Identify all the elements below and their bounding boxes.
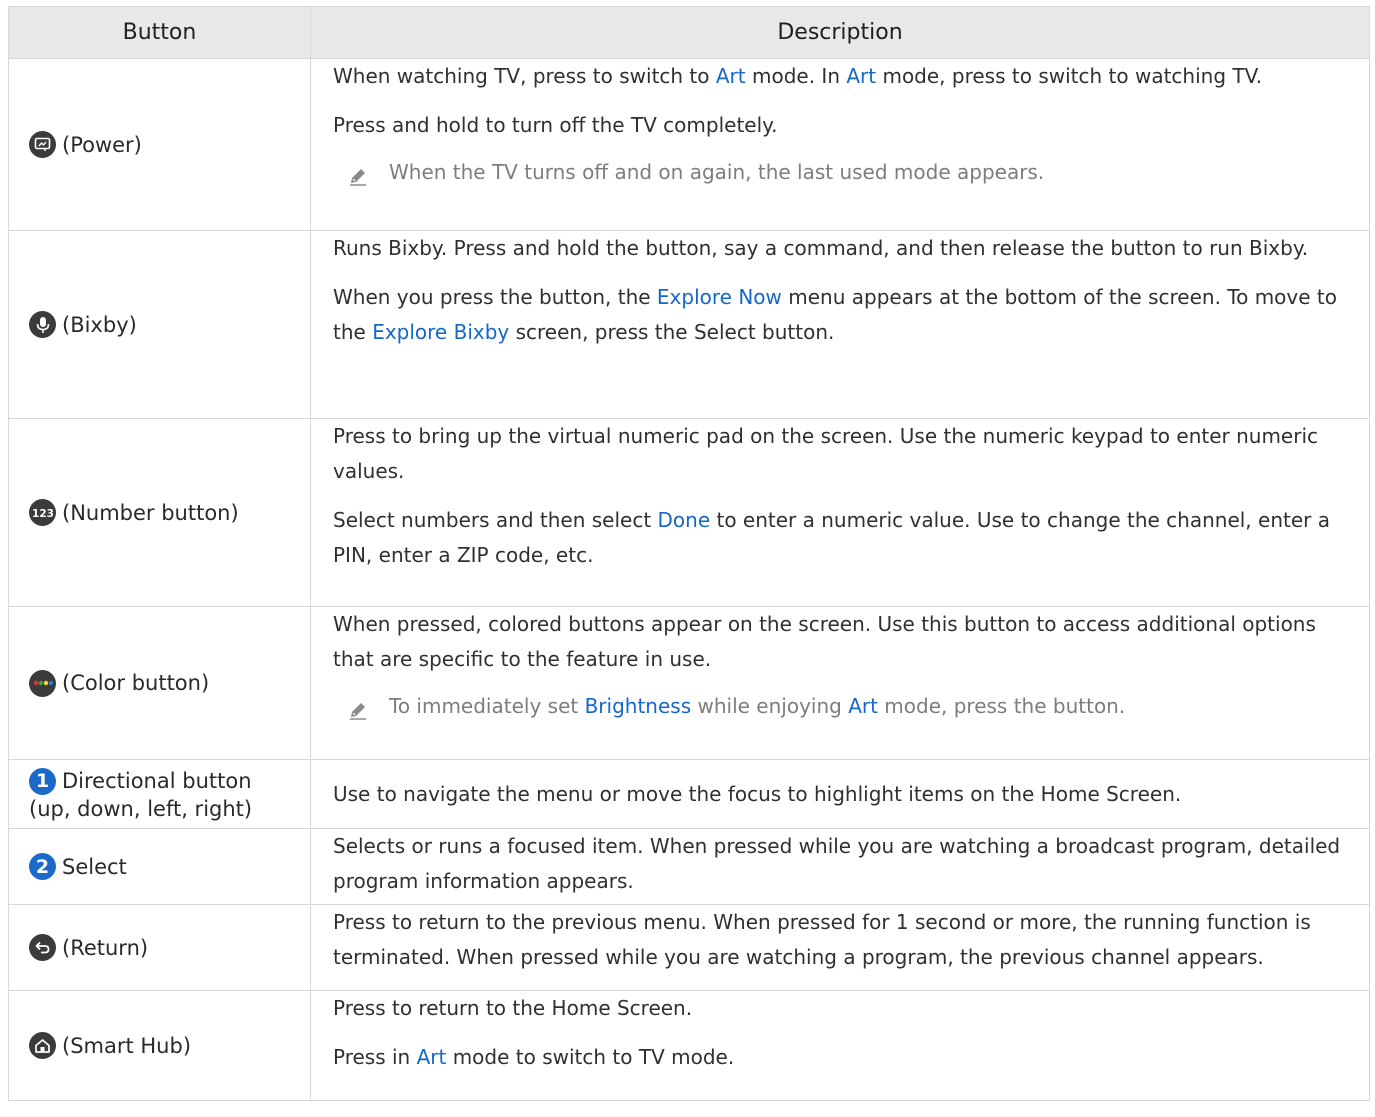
description-cell: Press to return to the previous menu. Wh…	[310, 904, 1370, 991]
table-row: (Smart Hub) Press to return to the Home …	[8, 990, 1370, 1101]
description-text: Select numbers and then select Done to e…	[333, 508, 1330, 567]
table-row: 2 Select Selects or runs a focused item.…	[8, 828, 1370, 905]
table-row: (Color button) When pressed, colored but…	[8, 606, 1370, 760]
return-arrow-icon	[29, 934, 56, 961]
description-text: When you press the button, the Explore N…	[333, 285, 1337, 344]
note: When the TV turns off and on again, the …	[333, 155, 1353, 198]
number-123-icon: 123	[29, 499, 56, 526]
button-label: (Power)	[62, 132, 142, 157]
home-icon	[29, 1032, 56, 1059]
art-mode-power-icon	[29, 131, 56, 158]
button-cell: 123 (Number button)	[8, 418, 311, 607]
button-label: (Smart Hub)	[62, 1033, 192, 1058]
description-text: Press to bring up the virtual numeric pa…	[333, 424, 1319, 483]
note-text: When the TV turns off and on again, the …	[389, 160, 1045, 184]
table-row: (Return) Press to return to the previous…	[8, 904, 1370, 991]
description-cell: When pressed, colored buttons appear on …	[310, 606, 1370, 760]
description-text: Press to return to the Home Screen.	[333, 996, 693, 1020]
number-1-badge-icon: 1	[29, 767, 56, 795]
description-cell: Press to return to the Home Screen. Pres…	[310, 990, 1370, 1101]
description-cell: When watching TV, press to switch to Art…	[310, 58, 1370, 231]
number-2-badge-icon: 2	[29, 853, 56, 880]
pencil-note-icon	[347, 163, 381, 198]
table-row: 1 Directional button (up, down, left, ri…	[8, 759, 1370, 829]
description-cell: Use to navigate the menu or move the foc…	[310, 759, 1370, 829]
color-dots-icon	[29, 669, 56, 697]
button-label: Select	[62, 854, 127, 879]
description-text: Runs Bixby. Press and hold the button, s…	[333, 236, 1309, 260]
button-cell: (Power)	[8, 58, 311, 231]
button-cell: 2 Select	[8, 828, 311, 905]
header-button: Button	[8, 6, 311, 59]
header-description: Description	[310, 6, 1370, 59]
button-cell: (Bixby)	[8, 230, 311, 419]
description-cell: Press to bring up the virtual numeric pa…	[310, 418, 1370, 607]
table-row: (Power) When watching TV, press to switc…	[8, 58, 1370, 231]
pencil-note-icon	[347, 697, 381, 732]
svg-text:123: 123	[32, 508, 54, 520]
note-text: To immediately set Brightness while enjo…	[389, 694, 1126, 718]
button-label-sub: (up, down, left, right)	[29, 796, 253, 821]
description-text: When pressed, colored buttons appear on …	[333, 612, 1316, 671]
button-label: (Color button)	[62, 671, 210, 695]
description-text: Press and hold to turn off the TV comple…	[333, 113, 778, 137]
description-cell: Runs Bixby. Press and hold the button, s…	[310, 230, 1370, 419]
table-row: (Bixby) Runs Bixby. Press and hold the b…	[8, 230, 1370, 419]
button-cell: (Color button)	[8, 606, 311, 760]
button-cell: (Smart Hub)	[8, 990, 311, 1101]
note: To immediately set Brightness while enjo…	[333, 689, 1353, 732]
button-cell: (Return)	[8, 904, 311, 991]
description-text: When watching TV, press to switch to Art…	[333, 64, 1263, 88]
microphone-icon	[29, 311, 56, 338]
description-text: Selects or runs a focused item. When pre…	[333, 834, 1341, 893]
table-header-row: Button Description	[8, 6, 1370, 59]
description-text: Press in Art mode to switch to TV mode.	[333, 1045, 735, 1069]
table-row: 123 (Number button) Press to bring up th…	[8, 418, 1370, 607]
description-text: Press to return to the previous menu. Wh…	[333, 910, 1311, 969]
remote-button-table: Button Description (Power) When watching…	[8, 6, 1370, 1101]
button-label: Directional button	[62, 769, 252, 793]
button-label: (Number button)	[62, 500, 239, 525]
button-label: (Bixby)	[62, 312, 137, 337]
button-cell: 1 Directional button (up, down, left, ri…	[8, 759, 311, 829]
description-cell: Selects or runs a focused item. When pre…	[310, 828, 1370, 905]
button-label: (Return)	[62, 935, 149, 960]
description-text: Use to navigate the menu or move the foc…	[333, 781, 1182, 806]
